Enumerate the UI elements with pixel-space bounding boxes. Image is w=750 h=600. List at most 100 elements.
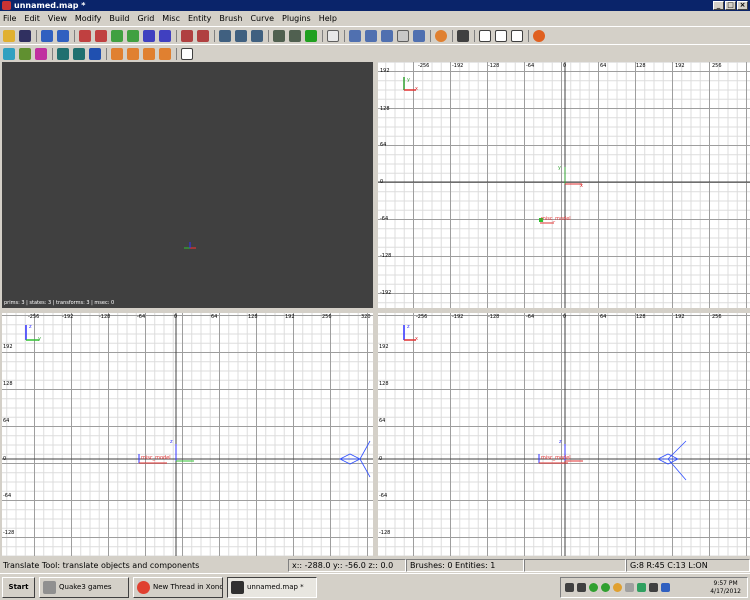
scale-tool-icon[interactable] <box>365 29 377 42</box>
menu-brush[interactable]: Brush <box>219 14 242 23</box>
y-tick: 128 <box>379 381 389 387</box>
view-cubic-clip-icon[interactable] <box>289 29 301 42</box>
save-icon[interactable] <box>19 29 31 42</box>
tray-app-icon[interactable] <box>625 583 634 592</box>
csg-subtract-icon[interactable] <box>235 29 247 42</box>
tray-app-icon[interactable] <box>577 583 586 592</box>
undo-icon[interactable] <box>41 29 53 42</box>
tray-app-icon[interactable] <box>601 583 610 592</box>
flip-x-icon[interactable] <box>79 29 91 42</box>
filter-paths-icon[interactable] <box>159 47 171 60</box>
menu-help[interactable]: Help <box>319 14 337 23</box>
front-view[interactable]: -256 -192 -128 -64 0 64 128 192 256 192 … <box>378 313 750 556</box>
drag-tool-icon[interactable] <box>381 29 393 42</box>
menu-view[interactable]: View <box>48 14 67 23</box>
y-tick: -64 <box>380 216 389 222</box>
y-tick: -128 <box>3 530 15 536</box>
top-view[interactable]: -256 -192 -128 -64 0 64 128 192 256 192 … <box>378 62 750 308</box>
volume-icon[interactable] <box>649 583 658 592</box>
task-quake3-games[interactable]: Quake3 games <box>39 576 129 598</box>
view-xy-icon[interactable] <box>273 29 285 42</box>
y-tick: -128 <box>380 253 392 259</box>
filter-clip-icon[interactable] <box>73 47 85 60</box>
flip-y-icon[interactable] <box>111 29 123 42</box>
maximize-button[interactable]: □ <box>725 1 736 10</box>
component-face-icon[interactable] <box>511 29 523 42</box>
toolbar-separator <box>344 29 345 42</box>
x-tick: -128 <box>488 63 500 69</box>
refresh-icon[interactable] <box>533 29 545 42</box>
camera-view[interactable]: prims: 3 | states: 3 | transforms: 3 | m… <box>2 62 373 308</box>
y-tick: 64 <box>379 418 386 424</box>
tray-app-icon[interactable] <box>565 583 574 592</box>
csg-hollow-icon[interactable] <box>219 29 231 42</box>
menu-build[interactable]: Build <box>109 14 129 23</box>
x-tick: 64 <box>211 314 218 320</box>
filter-caulk-icon[interactable] <box>181 47 193 60</box>
component-edge-icon[interactable] <box>495 29 507 42</box>
y-tick: 192 <box>379 344 389 350</box>
menu-file[interactable]: File <box>3 14 16 23</box>
chrome-icon <box>137 580 150 594</box>
texture-lock-icon[interactable] <box>305 29 317 42</box>
rotate-z-icon[interactable] <box>159 29 171 42</box>
menu-plugins[interactable]: Plugins <box>282 14 311 23</box>
translate-tool-icon[interactable] <box>327 29 339 42</box>
select-touching-icon[interactable] <box>181 29 193 42</box>
minimize-button[interactable]: _ <box>713 1 724 10</box>
y-tick: 128 <box>3 381 13 387</box>
task-browser[interactable]: New Thread in Xonoti... <box>133 576 223 598</box>
task-label: New Thread in Xonoti... <box>153 583 223 591</box>
filter-patches-icon[interactable] <box>19 47 31 60</box>
resize-tool-icon[interactable] <box>397 29 409 42</box>
open-icon[interactable] <box>3 29 15 42</box>
csg-merge-icon[interactable] <box>251 29 263 42</box>
rotate-tool-icon[interactable] <box>349 29 361 42</box>
patch-icon[interactable] <box>435 29 447 42</box>
tray-app-icon[interactable] <box>613 583 622 592</box>
clipper-tool-icon[interactable] <box>413 29 425 42</box>
tray-app-icon[interactable] <box>637 583 646 592</box>
tray-app-icon[interactable] <box>589 583 598 592</box>
redo-icon[interactable] <box>57 29 69 42</box>
filter-models-icon[interactable] <box>127 47 139 60</box>
x-tick: -256 <box>416 314 428 320</box>
x-tick: 0 <box>174 314 178 320</box>
menu-edit[interactable]: Edit <box>24 14 40 23</box>
start-button[interactable]: Start <box>2 576 35 598</box>
side-view[interactable]: -256 -192 -128 -64 0 64 128 192 256 320 … <box>2 313 373 556</box>
toolbar-separator <box>36 29 37 42</box>
flip-z-icon[interactable] <box>143 29 155 42</box>
menu-modify[interactable]: Modify <box>75 14 102 23</box>
network-icon[interactable] <box>661 583 670 592</box>
entity-label[interactable]: misc_model <box>541 455 571 461</box>
task-radiant[interactable]: unnamed.map * <box>227 576 317 598</box>
component-vertex-icon[interactable] <box>479 29 491 42</box>
menu-misc[interactable]: Misc <box>162 14 180 23</box>
clock[interactable]: 9:57 PM 4/17/2012 <box>710 580 741 596</box>
rotate-x-icon[interactable] <box>95 29 107 42</box>
filter-detail-icon[interactable] <box>35 47 47 60</box>
entity-mode-icon[interactable] <box>457 29 469 42</box>
toolbar-separator <box>176 29 177 42</box>
select-inside-icon[interactable] <box>197 29 209 42</box>
horizontal-splitter[interactable] <box>0 308 750 313</box>
close-button[interactable]: × <box>737 1 748 10</box>
filter-entities-icon[interactable] <box>111 47 123 60</box>
filter-triggers-icon[interactable] <box>143 47 155 60</box>
rotate-y-icon[interactable] <box>127 29 139 42</box>
entity-label[interactable]: misc_model <box>141 455 171 461</box>
gizmo-z-label: z <box>170 439 173 445</box>
y-tick: 0 <box>3 456 7 462</box>
taskbar: Start Quake3 games New Thread in Xonoti.… <box>0 573 750 600</box>
entity-label[interactable]: misc_model <box>541 216 571 222</box>
toolbar-separator <box>106 47 107 60</box>
menu-curve[interactable]: Curve <box>250 14 274 23</box>
filter-lights-icon[interactable] <box>89 47 101 60</box>
x-tick: 192 <box>285 314 295 320</box>
filter-hint-icon[interactable] <box>57 47 69 60</box>
menu-entity[interactable]: Entity <box>188 14 211 23</box>
y-tick: 0 <box>379 456 383 462</box>
menu-grid[interactable]: Grid <box>137 14 154 23</box>
filter-world-icon[interactable] <box>3 47 15 60</box>
